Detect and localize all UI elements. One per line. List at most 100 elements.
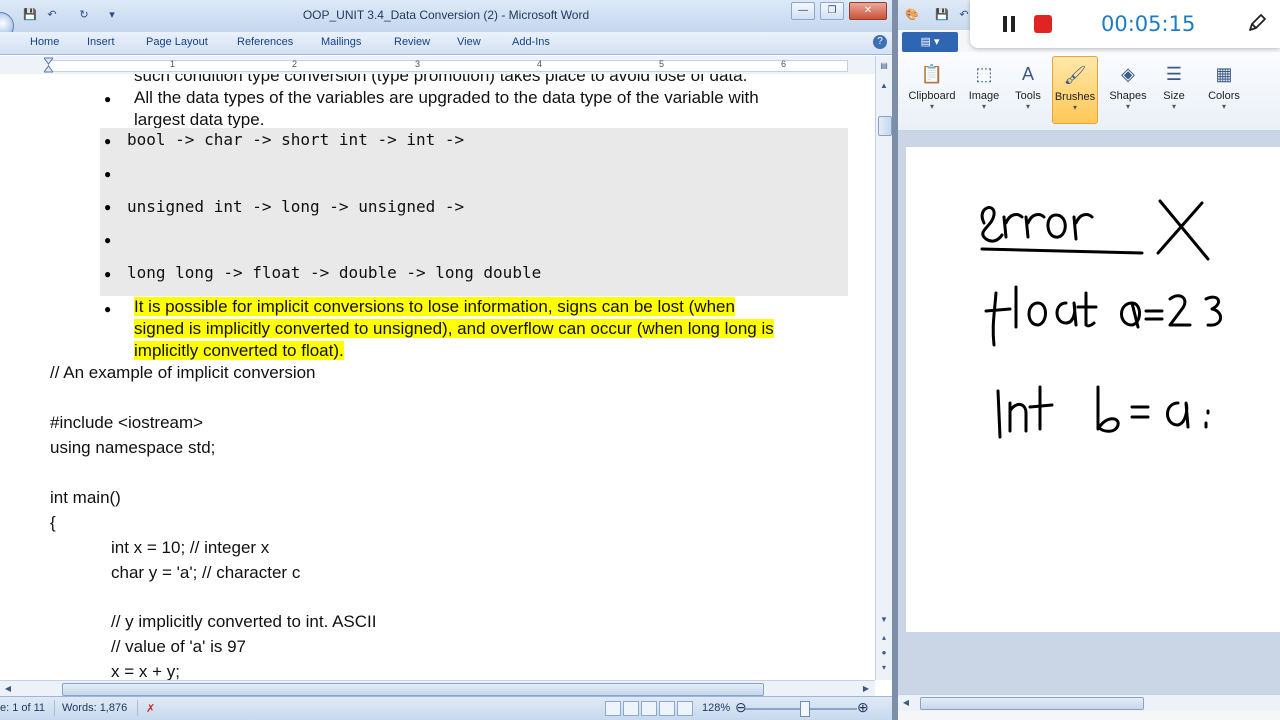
zoom-slider-thumb[interactable] xyxy=(800,701,810,717)
proofing-icon[interactable]: ✗ xyxy=(146,702,155,715)
handwritten-stroke xyxy=(980,206,1004,243)
ruler-toggle-icon[interactable]: ▤ xyxy=(878,60,890,72)
zoom-in-icon[interactable]: ⊕ xyxy=(857,699,869,716)
type-promotion-line: long long -> float -> double -> long dou… xyxy=(127,263,542,282)
word-window: 💾 ↶ ↻ ▾ OOP_UNIT 3.4_Data Conversion (2)… xyxy=(0,0,892,720)
paint-canvas[interactable] xyxy=(906,147,1280,632)
highlighted-text: signed is implicitly converted to unsign… xyxy=(134,319,774,339)
tab-references[interactable]: References xyxy=(237,36,293,48)
paint-ribbon: 📋 Clipboard ▾ ⬚ Image ▾ A Tools ▾ 🖌 Brus… xyxy=(898,52,1280,131)
status-separator xyxy=(137,700,138,716)
tool-label: Clipboard xyxy=(908,90,956,102)
handwriting-drawing xyxy=(980,199,1222,439)
tool-label: Brushes xyxy=(1054,91,1096,103)
scroll-down-icon[interactable]: ▼ xyxy=(878,614,890,626)
chevron-down-icon: ▾ xyxy=(1221,102,1226,111)
bullet: ● xyxy=(104,200,112,214)
handwritten-stroke xyxy=(1168,294,1192,327)
scroll-left-icon[interactable]: ◀ xyxy=(900,697,912,709)
clipboard-button[interactable]: 📋 Clipboard ▾ xyxy=(908,56,956,122)
minimize-button[interactable]: — xyxy=(791,2,815,20)
text-tool-icon: A xyxy=(1021,64,1034,84)
bullet-text: largest data type. xyxy=(134,110,265,129)
shapes-button[interactable]: ◈ Shapes ▾ xyxy=(1104,56,1152,122)
document-page[interactable]: such condition type conversion (type pro… xyxy=(0,74,875,680)
highlight-line: signed is implicitly converted to unsign… xyxy=(134,319,774,338)
handwritten-stroke xyxy=(1144,309,1164,321)
code-line: // y implicitly converted to int. ASCII xyxy=(111,612,377,631)
brushes-button[interactable]: 🖌 Brushes ▾ xyxy=(1052,56,1098,124)
horizontal-scrollbar[interactable]: ◀ ▶ xyxy=(0,680,875,697)
pause-button[interactable] xyxy=(1000,14,1018,34)
tab-add-ins[interactable]: Add-Ins xyxy=(512,36,550,48)
pause-icon xyxy=(1003,16,1007,32)
pen-icon[interactable] xyxy=(1246,12,1268,34)
stop-button[interactable] xyxy=(1034,15,1052,33)
brush-icon: 🖌 xyxy=(1063,65,1087,85)
scroll-left-icon[interactable]: ◀ xyxy=(2,683,14,695)
handwritten-stroke xyxy=(1120,301,1141,329)
print-layout-view-button[interactable] xyxy=(605,701,621,716)
size-button[interactable]: ☰ Size ▾ xyxy=(1150,56,1198,122)
outline-view-button[interactable] xyxy=(659,701,675,716)
highlighted-text: It is possible for implicit conversions … xyxy=(134,297,735,317)
horizontal-scroll-thumb[interactable] xyxy=(62,683,764,696)
draft-view-button[interactable] xyxy=(677,701,693,716)
handwritten-stroke xyxy=(1046,213,1067,239)
code-line: int main() xyxy=(50,488,121,507)
colors-button[interactable]: ▦ Colors ▾ xyxy=(1200,56,1248,122)
next-page-icon[interactable]: ▾ xyxy=(878,662,890,674)
code-line: // value of 'a' is 97 xyxy=(111,637,247,656)
horizontal-ruler[interactable]: 1 2 3 4 5 6 xyxy=(0,56,875,75)
tab-page-layout[interactable]: Page Layout xyxy=(146,36,208,48)
tab-home[interactable]: Home xyxy=(30,36,59,48)
tools-button[interactable]: A Tools ▾ xyxy=(1004,56,1052,122)
image-button[interactable]: ⬚ Image ▾ xyxy=(960,56,1008,122)
chevron-down-icon: ▾ xyxy=(981,102,986,111)
previous-page-icon[interactable]: ▴ xyxy=(878,632,890,644)
maximize-button[interactable]: ❐ xyxy=(820,2,844,20)
tab-mailings[interactable]: Mailings xyxy=(321,36,361,48)
recording-timer: 00:05:15 xyxy=(1101,12,1196,36)
vertical-scroll-thumb[interactable] xyxy=(878,116,892,136)
vertical-scrollbar[interactable]: ▤ ▲ ▼ ▴ ● ▾ xyxy=(875,56,892,680)
handwritten-stroke xyxy=(996,389,1002,439)
bullet: ● xyxy=(104,134,112,148)
handwritten-stroke xyxy=(1072,213,1094,241)
code-line: char y = 'a'; // character c xyxy=(111,563,301,582)
bullet: ● xyxy=(104,167,112,181)
paint-save-icon[interactable]: 💾 xyxy=(934,7,950,23)
bullet: ● xyxy=(104,302,112,316)
bullet: ● xyxy=(104,92,112,106)
paint-horizontal-scrollbar[interactable]: ◀ xyxy=(898,694,1280,711)
handwritten-stroke xyxy=(1027,301,1047,327)
scroll-up-icon[interactable]: ▲ xyxy=(878,80,890,92)
close-button[interactable]: ✕ xyxy=(849,2,887,20)
tab-insert[interactable]: Insert xyxy=(87,36,115,48)
page-count[interactable]: e: 1 of 11 xyxy=(0,702,45,714)
full-screen-view-button[interactable] xyxy=(623,701,639,716)
browse-object-icon[interactable]: ● xyxy=(878,647,890,659)
indent-marker-icon[interactable] xyxy=(44,56,53,74)
highlighted-text: implicitly converted to float). xyxy=(134,341,344,361)
code-line: { xyxy=(50,513,56,532)
chevron-down-icon: ▾ xyxy=(1171,102,1176,111)
paint-app-icon[interactable]: 🎨 xyxy=(904,7,920,23)
handwritten-stroke xyxy=(1130,405,1150,419)
chevron-down-icon: ▾ xyxy=(1125,102,1130,111)
pause-icon xyxy=(1011,16,1015,32)
word-count[interactable]: Words: 1,876 xyxy=(62,702,127,714)
line-size-icon: ☰ xyxy=(1165,64,1183,84)
paint-window: 🎨 💾 ↶ ▤ ▾ 📋 Clipboard ▾ ⬚ Image ▾ A Tool… xyxy=(898,0,1280,720)
paint-menu-button[interactable]: ▤ ▾ xyxy=(902,32,958,52)
zoom-level[interactable]: 128% xyxy=(702,702,730,714)
tool-label: Tools xyxy=(1015,90,1041,102)
paint-scroll-thumb[interactable] xyxy=(920,697,1144,710)
scroll-right-icon[interactable]: ▶ xyxy=(860,683,872,695)
tab-review[interactable]: Review xyxy=(394,36,430,48)
ribbon-tabs: Home Insert Page Layout References Maili… xyxy=(0,32,892,55)
help-icon[interactable]: ? xyxy=(873,35,887,49)
web-layout-view-button[interactable] xyxy=(641,701,657,716)
bullet: ● xyxy=(104,233,112,247)
tab-view[interactable]: View xyxy=(457,36,481,48)
